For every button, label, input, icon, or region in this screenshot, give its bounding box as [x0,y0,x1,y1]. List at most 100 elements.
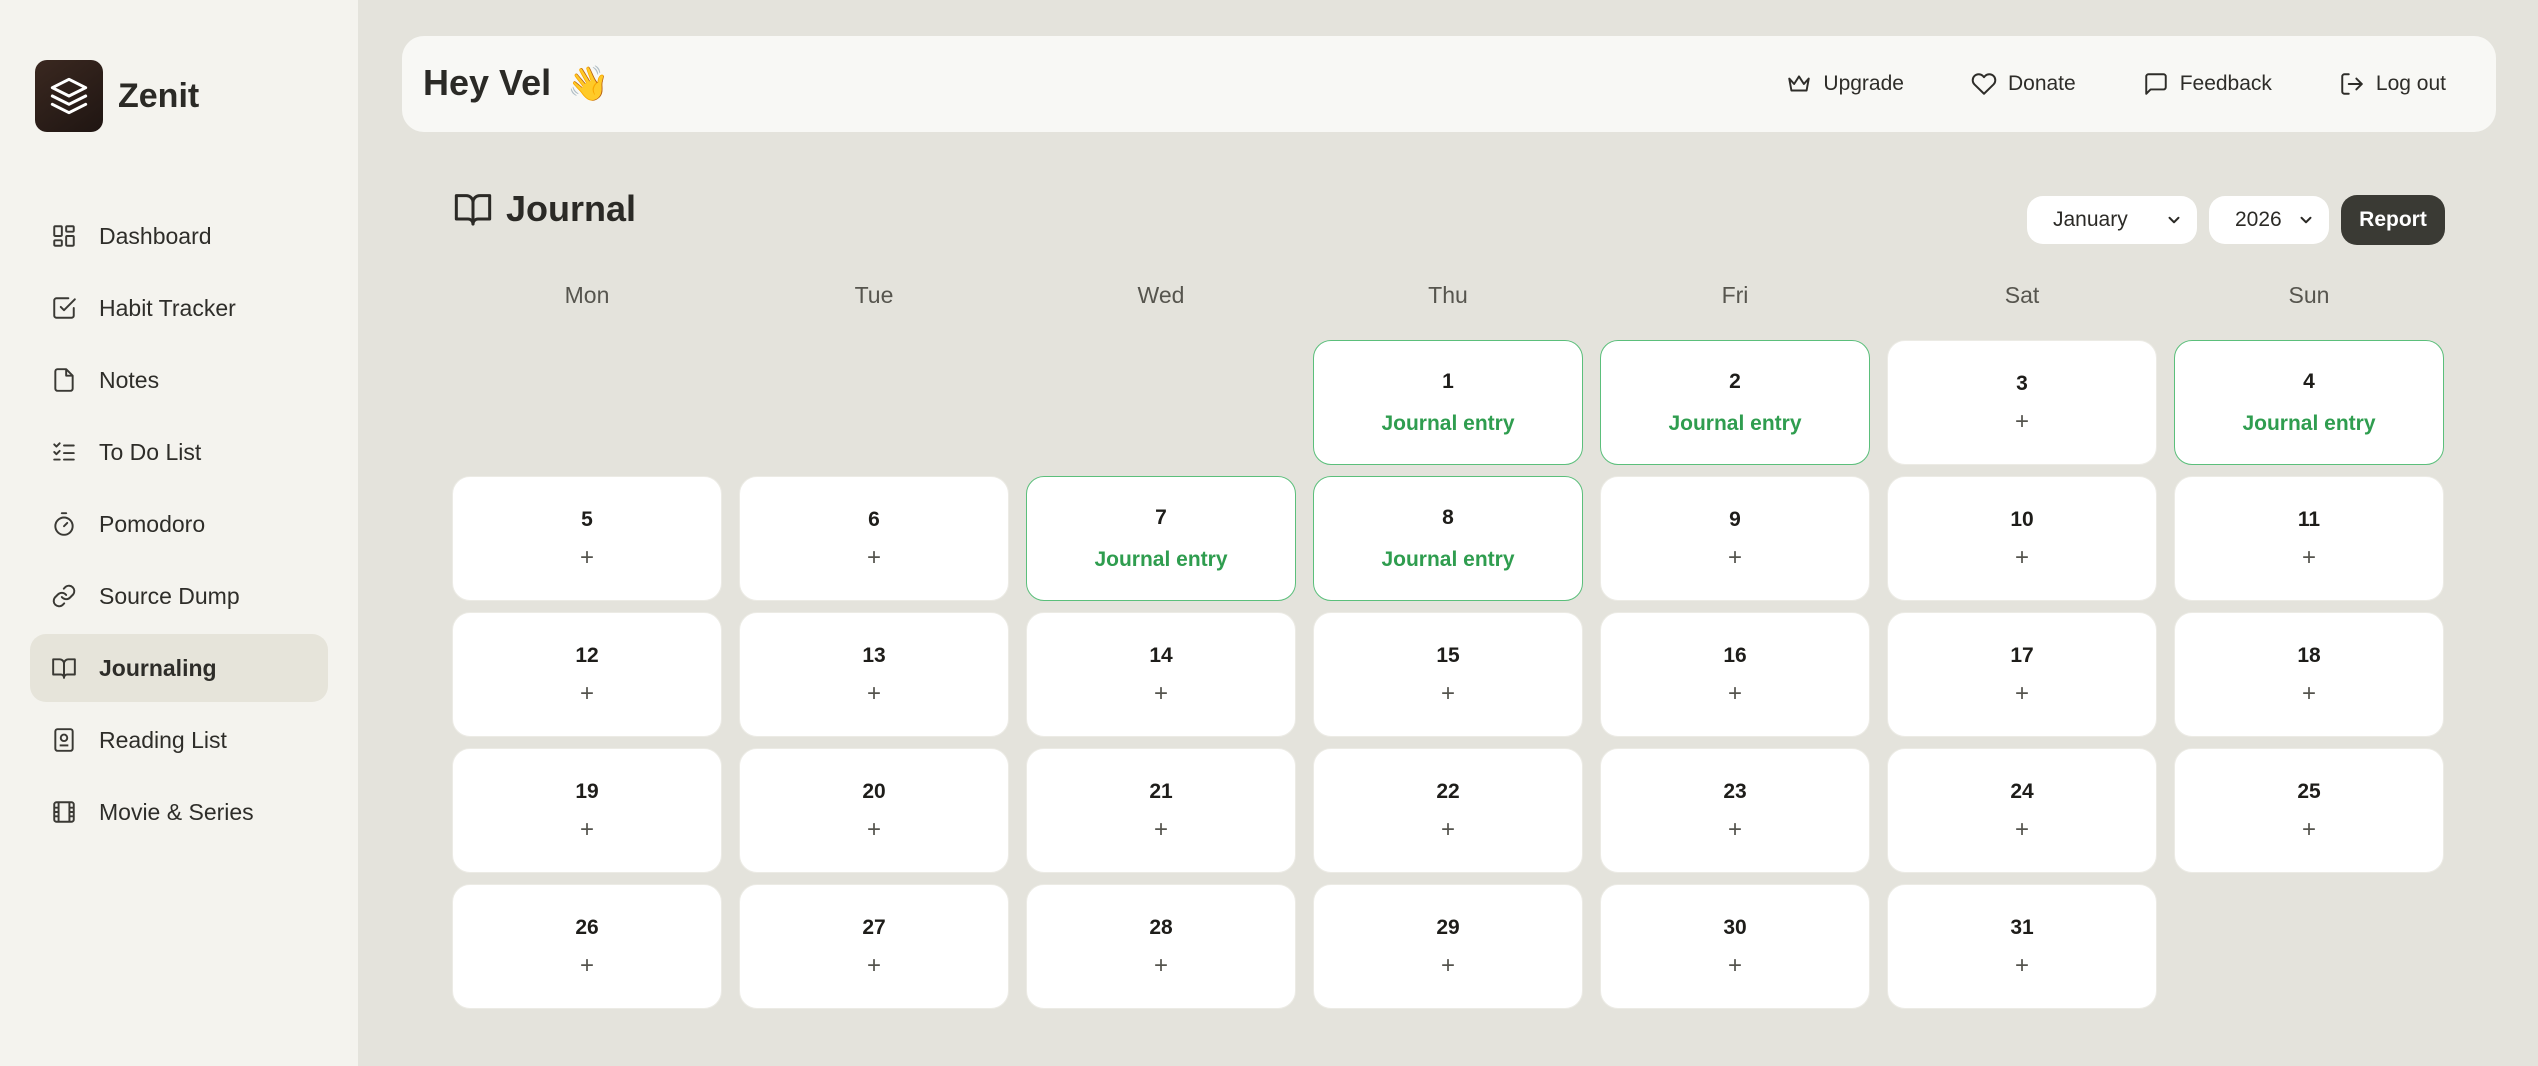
calendar-day-3[interactable]: 3 + [1887,340,2157,465]
upgrade-button[interactable]: Upgrade [1785,71,1904,97]
calendar-day-27[interactable]: 27 + [739,884,1009,1009]
add-entry-icon: + [2301,679,2316,707]
calendar-day-6[interactable]: 6 + [739,476,1009,601]
add-entry-icon: + [1153,815,1168,843]
calendar-day-15[interactable]: 15 + [1313,612,1583,737]
calendar-day-16[interactable]: 16 + [1600,612,1870,737]
day-number: 17 [2010,643,2034,667]
file-icon [50,366,78,394]
book-contact-icon [50,726,78,754]
sidebar-item-label: Reading List [99,726,227,753]
day-number: 22 [1436,779,1460,803]
calendar-day-21[interactable]: 21 + [1026,748,1296,873]
add-entry-icon: + [2301,815,2316,843]
sidebar-item-reading-list[interactable]: Reading List [30,706,328,774]
calendar-day-26[interactable]: 26 + [452,884,722,1009]
day-number: 8 [1442,505,1454,529]
sidebar-item-dashboard[interactable]: Dashboard [30,202,328,270]
sidebar-item-habit-tracker[interactable]: Habit Tracker [30,274,328,342]
greeting-text: Hey Vel [423,62,552,103]
calendar-day-19[interactable]: 19 + [452,748,722,873]
day-number: 23 [1723,779,1747,803]
calendar-empty-cell [739,340,1009,465]
calendar-day-28[interactable]: 28 + [1026,884,1296,1009]
add-entry-icon: + [1440,815,1455,843]
day-number: 30 [1723,915,1747,939]
sidebar-item-journaling[interactable]: Journaling [30,634,328,702]
calendar-day-13[interactable]: 13 + [739,612,1009,737]
day-number: 19 [575,779,599,803]
check-square-icon [50,294,78,322]
film-icon [50,798,78,826]
message-icon [2144,73,2167,95]
add-entry-icon: + [2014,815,2029,843]
day-number: 18 [2297,643,2321,667]
sidebar-item-to-do-list[interactable]: To Do List [30,418,328,486]
add-entry-icon: + [2014,543,2029,571]
logout-button[interactable]: Log out [2338,71,2446,97]
calendar-day-20[interactable]: 20 + [739,748,1009,873]
calendar-day-14[interactable]: 14 + [1026,612,1296,737]
calendar-day-7[interactable]: 7 Journal entry [1026,476,1296,601]
add-entry-icon: + [2014,407,2029,435]
day-number: 13 [862,643,886,667]
sidebar-item-movie-series[interactable]: Movie & Series [30,778,328,846]
calendar-day-9[interactable]: 9 + [1600,476,1870,601]
day-number: 28 [1149,915,1173,939]
calendar-day-4[interactable]: 4 Journal entry [2174,340,2444,465]
weekday-label: Sun [2288,282,2330,308]
calendar-day-31[interactable]: 31 + [1887,884,2157,1009]
day-number: 15 [1436,643,1460,667]
day-number: 12 [575,643,599,667]
calendar-day-29[interactable]: 29 + [1313,884,1583,1009]
add-entry-icon: + [1153,679,1168,707]
add-entry-icon: + [1440,951,1455,979]
link-icon [50,582,78,610]
calendar-day-24[interactable]: 24 + [1887,748,2157,873]
month-select[interactable]: January [2027,196,2197,244]
list-checks-icon [50,438,78,466]
year-select[interactable]: 2026 [2209,196,2329,244]
header-actions: Upgrade Donate Feedback Log out [1785,36,2446,132]
add-entry-icon: + [579,543,594,571]
calendar-day-23[interactable]: 23 + [1600,748,1870,873]
dashboard-icon [50,222,78,250]
sidebar-item-pomodoro[interactable]: Pomodoro [30,490,328,558]
calendar-day-2[interactable]: 2 Journal entry [1600,340,1870,465]
calendar-day-30[interactable]: 30 + [1600,884,1870,1009]
calendar-day-8[interactable]: 8 Journal entry [1313,476,1583,601]
report-button[interactable]: Report [2341,195,2445,245]
book-open-icon [454,194,492,226]
day-number: 1 [1442,369,1454,393]
donate-button[interactable]: Donate [1970,71,2076,97]
sidebar-item-label: Movie & Series [99,798,254,825]
sidebar-item-label: Journaling [99,654,217,681]
brand[interactable]: Zenit [35,60,199,132]
feedback-label: Feedback [2179,72,2272,95]
calendar-day-22[interactable]: 22 + [1313,748,1583,873]
sidebar-item-notes[interactable]: Notes [30,346,328,414]
calendar-day-5[interactable]: 5 + [452,476,722,601]
day-number: 6 [868,507,880,531]
weekday-label: Sat [2004,282,2040,308]
calendar-day-25[interactable]: 25 + [2174,748,2444,873]
calendar-day-17[interactable]: 17 + [1887,612,2157,737]
greeting: Hey Vel 👋 [423,62,609,104]
calendar-day-11[interactable]: 11 + [2174,476,2444,601]
upgrade-label: Upgrade [1823,72,1904,95]
add-entry-icon: + [1440,679,1455,707]
journal-entry-label: Journal entry [1381,411,1515,435]
calendar-day-10[interactable]: 10 + [1887,476,2157,601]
day-number: 4 [2303,369,2315,393]
brand-name: Zenit [118,76,200,115]
calendar-day-18[interactable]: 18 + [2174,612,2444,737]
crown-icon [1788,75,1811,92]
sidebar-item-source-dump[interactable]: Source Dump [30,562,328,630]
add-entry-icon: + [1153,951,1168,979]
feedback-button[interactable]: Feedback [2142,71,2272,97]
donate-label: Donate [2007,72,2076,95]
calendar-day-12[interactable]: 12 + [452,612,722,737]
logout-icon [2341,73,2363,95]
calendar-day-1[interactable]: 1 Journal entry [1313,340,1583,465]
day-number: 5 [581,507,593,531]
